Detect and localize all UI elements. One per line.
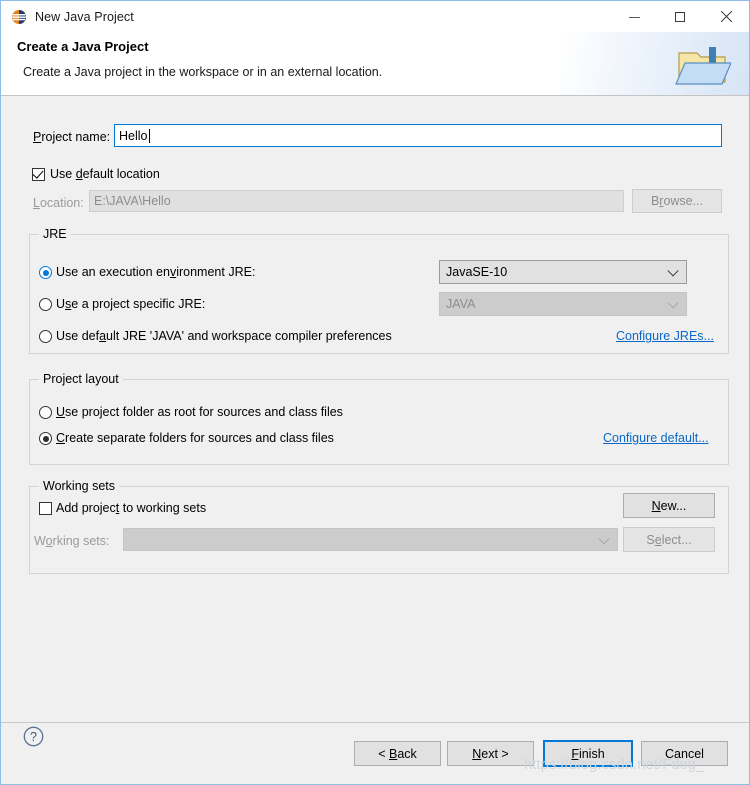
minimize-button[interactable] — [611, 1, 657, 32]
working-sets-group-title: Working sets — [39, 479, 120, 493]
chevron-down-icon — [598, 532, 610, 544]
use-default-location-label: Use default location — [50, 167, 160, 181]
jre-default-label: Use default JRE 'JAVA' and workspace com… — [56, 329, 392, 343]
project-specific-jre-value: JAVA — [446, 297, 476, 311]
watermark: https://blog.csdn.net/Fdog_ — [524, 757, 705, 773]
chevron-down-icon — [667, 297, 679, 309]
project-name-label-rest: roject name: — [41, 130, 111, 144]
new-working-set-button[interactable]: New... — [623, 493, 715, 518]
footer-separator — [1, 722, 749, 723]
new-java-project-dialog: New Java Project Create a Java Project C… — [0, 0, 750, 785]
project-name-input[interactable]: Hello — [114, 124, 722, 147]
execution-environment-value: JavaSE-10 — [446, 265, 508, 279]
radio-dot-icon — [42, 269, 49, 276]
back-button[interactable]: < Back — [354, 741, 441, 766]
chevron-down-icon — [667, 265, 679, 277]
close-button[interactable] — [703, 1, 749, 32]
next-button[interactable]: Next > — [447, 741, 534, 766]
new-label: New... — [651, 498, 687, 513]
close-icon — [720, 11, 732, 23]
dialog-content: Project name: Hello Use default location… — [1, 96, 749, 784]
execution-environment-combo[interactable]: JavaSE-10 — [439, 260, 687, 284]
project-layout-group-title: Project layout — [39, 372, 123, 386]
project-name-label: Project name: — [33, 130, 111, 144]
svg-text:?: ? — [30, 730, 37, 744]
browse-label: Browse... — [650, 194, 704, 208]
layout-separate-folders-label: Create separate folders for sources and … — [56, 431, 334, 445]
maximize-button[interactable] — [657, 1, 703, 32]
configure-default-link[interactable]: Configure default... — [603, 431, 709, 445]
radio-dot-icon — [42, 435, 49, 442]
project-name-value: Hello — [119, 128, 148, 143]
text-caret — [148, 128, 150, 143]
browse-button[interactable]: Browse... — [632, 189, 722, 213]
configure-jres-link[interactable]: Configure JREs... — [616, 329, 714, 343]
location-label: Location: — [33, 196, 84, 210]
select-label: Select... — [646, 532, 692, 547]
banner-subtitle: Create a Java project in the workspace o… — [23, 65, 383, 79]
help-icon[interactable]: ? — [23, 726, 44, 747]
layout-radio-separate-folders[interactable] — [39, 432, 52, 445]
jre-execution-environment-label: Use an execution environment JRE: — [56, 265, 256, 279]
use-default-location-checkbox[interactable] — [32, 167, 45, 181]
window-controls — [611, 1, 749, 32]
jre-radio-default[interactable] — [39, 330, 52, 343]
window-title: New Java Project — [35, 9, 134, 24]
new-project-folder-icon — [675, 44, 732, 90]
wizard-banner: Create a Java Project Create a Java proj… — [1, 32, 749, 96]
add-project-to-working-sets-label: Add project to working sets — [56, 501, 207, 515]
layout-radio-project-folder-root[interactable] — [39, 406, 52, 419]
maximize-icon — [675, 11, 685, 22]
location-value: E:\JAVA\Hello — [94, 194, 171, 208]
next-label: Next > — [472, 746, 509, 761]
add-project-to-working-sets-checkbox[interactable] — [39, 502, 52, 515]
minimize-icon — [628, 16, 640, 18]
checkmark-icon — [32, 167, 44, 179]
select-working-set-button[interactable]: Select... — [623, 527, 715, 552]
project-specific-jre-combo[interactable]: JAVA — [439, 292, 687, 316]
jre-radio-execution-environment[interactable] — [39, 266, 52, 279]
jre-radio-project-specific[interactable] — [39, 298, 52, 311]
location-input: E:\JAVA\Hello — [89, 190, 624, 212]
back-label: < Back — [378, 746, 417, 761]
layout-project-folder-root-label: Use project folder as root for sources a… — [56, 405, 343, 419]
banner-title: Create a Java Project — [17, 39, 149, 54]
working-sets-label: Working sets: — [34, 534, 110, 548]
project-layout-group: Project layout — [29, 372, 729, 465]
eclipse-icon — [11, 9, 27, 25]
title-bar[interactable]: New Java Project — [1, 1, 749, 32]
working-sets-combo[interactable] — [123, 528, 618, 551]
jre-project-specific-label: Use a project specific JRE: — [56, 297, 206, 311]
jre-group-title: JRE — [39, 227, 71, 241]
